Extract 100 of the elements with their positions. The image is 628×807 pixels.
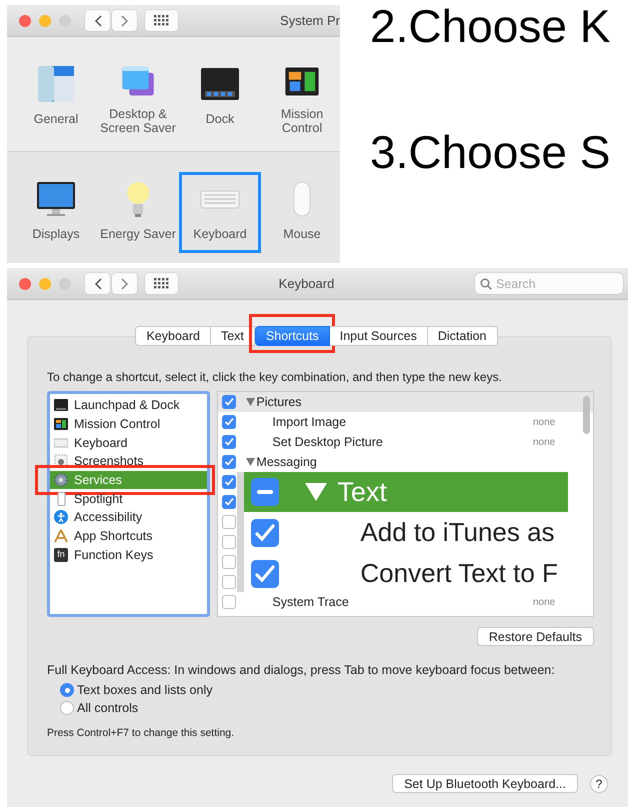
checkbox[interactable] bbox=[222, 595, 236, 609]
preference-pane[interactable]: Dock bbox=[179, 57, 261, 138]
shortcut-row[interactable]: Set Desktop Picture none bbox=[218, 432, 593, 452]
checkbox[interactable] bbox=[222, 435, 236, 449]
chevron-left-icon bbox=[94, 278, 102, 290]
category-item[interactable]: Screenshots bbox=[50, 452, 208, 471]
checkbox[interactable] bbox=[222, 555, 236, 569]
gear-icon bbox=[54, 473, 68, 488]
checkbox[interactable] bbox=[222, 395, 236, 409]
category-label: App Shortcuts bbox=[74, 529, 153, 544]
fn-key-icon: fn bbox=[54, 548, 68, 562]
dock-icon bbox=[54, 398, 68, 412]
pane-label: Dock bbox=[204, 112, 236, 126]
category-item[interactable]: App Shortcuts bbox=[50, 526, 208, 546]
checkbox[interactable] bbox=[251, 560, 280, 588]
checkbox[interactable] bbox=[222, 575, 236, 589]
disclosure-triangle-icon bbox=[246, 458, 256, 466]
category-label: Services bbox=[74, 473, 122, 488]
forward-button[interactable] bbox=[112, 273, 137, 294]
instruction-text: To change a shortcut, select it, click the key combination, and then type the new keys. bbox=[47, 370, 503, 385]
group-label: Messaging bbox=[256, 455, 317, 469]
back-button[interactable] bbox=[85, 10, 110, 31]
search-field[interactable]: Search bbox=[475, 273, 623, 294]
service-label: Convert Text to F bbox=[360, 558, 558, 589]
close-button[interactable] bbox=[19, 278, 31, 290]
step-heading: 3.Choose S bbox=[370, 128, 610, 176]
window-title: System Pr bbox=[280, 13, 340, 28]
preference-pane[interactable]: Keyboard bbox=[179, 172, 261, 253]
access-label: Full Keyboard Access: In windows and dialogs, press Tab to move keyboard focus between: bbox=[47, 663, 556, 677]
checkbox[interactable] bbox=[222, 415, 236, 429]
checkbox[interactable] bbox=[222, 475, 236, 489]
category-label: Function Keys bbox=[74, 548, 154, 562]
checkbox[interactable] bbox=[222, 495, 236, 509]
show-all-button[interactable] bbox=[145, 10, 178, 31]
category-label: Launchpad & Dock bbox=[74, 398, 180, 412]
radio-button[interactable] bbox=[60, 701, 74, 715]
window-title: Keyboard bbox=[278, 276, 336, 291]
chevron-right-icon bbox=[120, 278, 128, 290]
show-all-button[interactable] bbox=[145, 273, 178, 294]
restore-defaults-button[interactable]: Restore Defaults bbox=[476, 627, 594, 646]
shortcut-label: Set Desktop Picture bbox=[272, 435, 384, 449]
category-label: Accessibility bbox=[74, 510, 142, 524]
checkbox[interactable] bbox=[222, 535, 236, 549]
pane-label: Desktop & Screen Saver bbox=[99, 107, 177, 135]
tab[interactable]: Shortcuts bbox=[254, 326, 330, 346]
pane-label: Keyboard bbox=[192, 227, 248, 241]
chevron-right-icon bbox=[120, 14, 128, 26]
shortcut-value: none bbox=[533, 416, 556, 428]
tab[interactable]: Input Sources bbox=[330, 326, 428, 346]
shortcut-label: System Trace bbox=[272, 595, 350, 609]
radio-label: Text boxes and lists only bbox=[77, 683, 212, 697]
shortcut-row[interactable]: Pictures bbox=[218, 392, 593, 412]
note-text: Press Control+F7 to change this setting. bbox=[47, 727, 236, 739]
shortcut-value: none bbox=[533, 436, 556, 448]
scrollbar-thumb[interactable] bbox=[583, 396, 590, 434]
pane-label: Energy Saver bbox=[99, 227, 177, 241]
category-item[interactable]: Launchpad & Dock bbox=[50, 396, 208, 415]
tab[interactable]: Keyboard bbox=[135, 326, 211, 346]
preference-pane[interactable]: Mouse bbox=[261, 172, 343, 253]
preference-pane[interactable]: Displays bbox=[15, 172, 97, 253]
tab[interactable]: Text bbox=[210, 326, 255, 346]
shortcut-row[interactable]: Import Image none bbox=[218, 412, 593, 432]
category-item[interactable]: Keyboard bbox=[50, 433, 208, 452]
checkbox[interactable] bbox=[222, 455, 236, 469]
preference-pane[interactable]: Desktop & Screen Saver bbox=[97, 57, 179, 138]
category-item[interactable]: Accessibility bbox=[50, 508, 208, 527]
keyboard-icon bbox=[54, 436, 68, 450]
category-label: Spotlight bbox=[74, 492, 123, 506]
forward-button[interactable] bbox=[112, 10, 137, 31]
shortcut-value: none bbox=[533, 596, 556, 608]
disclosure-triangle-icon bbox=[246, 398, 256, 406]
back-button[interactable] bbox=[85, 273, 110, 294]
shortcut-label: Import Image bbox=[272, 415, 348, 429]
shortcut-row[interactable]: System Trace none bbox=[218, 592, 593, 612]
help-button[interactable]: ? bbox=[590, 774, 608, 792]
category-item[interactable]: Mission Control bbox=[50, 414, 208, 434]
checkmark-icon bbox=[223, 476, 236, 488]
checkbox[interactable] bbox=[251, 518, 280, 546]
radio-button[interactable] bbox=[60, 683, 74, 697]
shortcut-row[interactable]: Messaging bbox=[218, 452, 593, 472]
category-item[interactable]: Spotlight bbox=[50, 489, 208, 508]
tab[interactable]: Dictation bbox=[428, 326, 498, 346]
preference-pane[interactable]: Mission Control bbox=[261, 57, 343, 138]
search-icon bbox=[480, 278, 492, 290]
checkbox[interactable] bbox=[222, 515, 236, 529]
category-item[interactable]: fn Function Keys bbox=[50, 546, 208, 564]
close-button[interactable] bbox=[19, 14, 31, 26]
category-label: Screenshots bbox=[74, 454, 144, 468]
checkbox[interactable] bbox=[251, 478, 280, 506]
preference-pane[interactable]: Energy Saver bbox=[97, 172, 179, 253]
accessibility-icon bbox=[54, 510, 68, 524]
radio-label: All controls bbox=[77, 701, 138, 715]
preference-pane[interactable]: General bbox=[15, 57, 97, 138]
group-label: Text bbox=[337, 476, 387, 508]
step-heading: 2.Choose K bbox=[370, 2, 610, 50]
checkmark-icon bbox=[223, 416, 236, 428]
category-label: Mission Control bbox=[74, 417, 160, 432]
bluetooth-setup-button[interactable]: Set Up Bluetooth Keyboard... bbox=[392, 774, 578, 793]
grid-icon bbox=[154, 278, 169, 289]
window-icon bbox=[36, 64, 76, 104]
